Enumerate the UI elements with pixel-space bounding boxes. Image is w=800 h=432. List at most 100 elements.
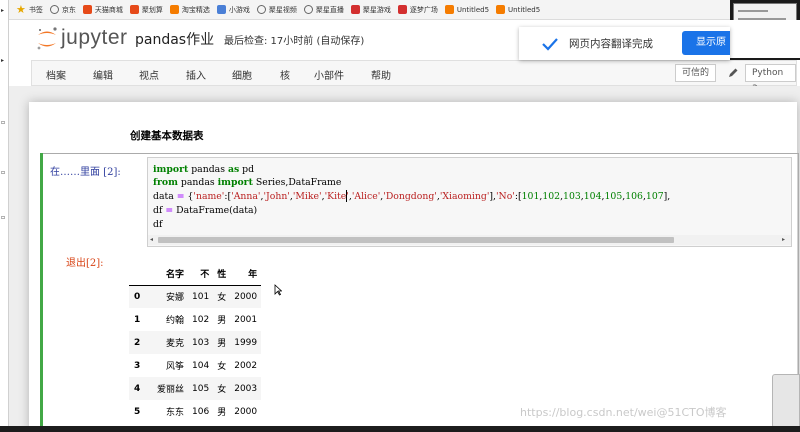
notebook-title[interactable]: pandas作业 bbox=[135, 29, 214, 49]
row-index: 3 bbox=[134, 360, 141, 371]
cell-no: 106 bbox=[192, 406, 210, 417]
globe-icon bbox=[256, 5, 266, 14]
cell-no: 105 bbox=[192, 383, 210, 394]
cell-name: 约翰 bbox=[166, 316, 185, 326]
cell-year: 2003 bbox=[234, 383, 258, 394]
table-row: 1 约翰 102 男 2001 bbox=[129, 308, 261, 331]
bookmark-item[interactable]: 聚星直播 bbox=[303, 5, 344, 15]
trusted-indicator[interactable]: 可信的 bbox=[675, 64, 717, 82]
menu-cell[interactable]: 细胞 bbox=[232, 67, 252, 82]
table-row: 0 安娜 101 女 2000 bbox=[129, 285, 262, 308]
table-row: 5 东东 106 男 2000 bbox=[129, 400, 261, 423]
table-row: 2 麦克 103 男 1999 bbox=[129, 331, 262, 354]
column-header: 名字 bbox=[153, 262, 189, 286]
bookmarks-bar: ★ 书签 京东 天猫商城 聚划算 淘宝精选 小游戏 聚星视频 聚星直播 聚星游戏 … bbox=[9, 0, 730, 20]
plaza-icon bbox=[397, 5, 407, 14]
row-index: 0 bbox=[134, 291, 141, 302]
bookmark-item[interactable]: 京东 bbox=[49, 5, 76, 15]
cell-no: 102 bbox=[192, 314, 210, 325]
bookmark-item[interactable]: 聚星视频 bbox=[256, 5, 297, 15]
cell-year: 2000 bbox=[234, 291, 258, 302]
strip-glyph: ▫ bbox=[1, 169, 6, 176]
bookmark-item[interactable]: 小游戏 bbox=[216, 5, 250, 15]
thumbnail-line bbox=[738, 10, 768, 12]
code-line: data = {'name':['Anna','John','Mike','Ki… bbox=[153, 191, 671, 202]
show-original-button[interactable]: 显示原 bbox=[682, 31, 730, 55]
cell-name: 麦克 bbox=[166, 339, 185, 349]
index-header bbox=[129, 262, 153, 286]
menu-kernel[interactable]: 核 bbox=[280, 67, 290, 82]
taskbar-edge bbox=[0, 426, 800, 432]
jupyter-tab-icon bbox=[444, 5, 454, 14]
code-line: from pandas import Series,DataFrame bbox=[153, 177, 342, 188]
markdown-heading[interactable]: 创建基本数据表 bbox=[130, 128, 204, 143]
dataframe-output: 名字 不 性 年 0 安娜 101 女 2000 1 约翰 102 男 2001 bbox=[129, 262, 262, 423]
column-header: 性 bbox=[213, 262, 231, 286]
cell-sex: 男 bbox=[217, 316, 227, 326]
row-index: 5 bbox=[134, 406, 141, 417]
checkpoint-status: 最后检查: 17小时前 (自动保存) bbox=[224, 36, 365, 47]
cell-no: 101 bbox=[192, 291, 210, 302]
scroll-left-arrow-icon[interactable]: ◂ bbox=[150, 237, 156, 243]
menu-insert[interactable]: 插入 bbox=[186, 67, 206, 82]
bookmark-item[interactable]: Untitled5 bbox=[444, 5, 489, 14]
code-editor[interactable]: import pandas as pd from pandas import S… bbox=[147, 157, 792, 247]
bookmark-item[interactable]: 逐梦广场 bbox=[397, 5, 438, 15]
output-prompt: 退出[2]: bbox=[66, 258, 104, 269]
code-scrollbar-thumb[interactable] bbox=[158, 237, 674, 243]
jupyter-logo-icon[interactable] bbox=[35, 26, 59, 52]
column-header: 年 bbox=[230, 262, 262, 286]
bookmark-item[interactable]: ★ 书签 bbox=[16, 3, 43, 16]
cell-sex: 男 bbox=[217, 339, 227, 349]
taobao-icon bbox=[169, 5, 179, 14]
mouse-pointer-icon bbox=[274, 284, 282, 296]
input-prompt: 在……里面 [2]: bbox=[50, 167, 121, 178]
cell-year: 1999 bbox=[234, 337, 258, 348]
text-cursor bbox=[346, 190, 347, 202]
menu-file[interactable]: 档案 bbox=[46, 67, 66, 82]
menu-view[interactable]: 视点 bbox=[139, 67, 159, 82]
bookmark-item[interactable]: 聚划算 bbox=[129, 5, 163, 15]
table-row: 4 爱丽丝 105 女 2003 bbox=[129, 377, 262, 400]
menubar: 档案 编辑 视点 插入 细胞 核 小部件 帮助 可信的 Python 3 bbox=[31, 60, 797, 94]
bookmark-item[interactable]: 聚星游戏 bbox=[350, 5, 391, 15]
pencil-icon[interactable] bbox=[727, 67, 739, 79]
cell-name: 风筝 bbox=[166, 362, 185, 372]
globe-icon bbox=[49, 5, 59, 14]
row-index: 1 bbox=[134, 314, 141, 325]
table-header-row: 名字 不 性 年 bbox=[129, 262, 262, 286]
column-header: 不 bbox=[188, 262, 214, 286]
menu-edit[interactable]: 编辑 bbox=[93, 67, 113, 82]
bookmark-item[interactable]: 天猫商城 bbox=[82, 5, 123, 15]
side-panel-edge[interactable] bbox=[772, 374, 800, 428]
strip-glyph: ▸ bbox=[1, 57, 5, 64]
globe-icon bbox=[303, 5, 313, 14]
cell-no: 103 bbox=[192, 337, 210, 348]
row-index: 2 bbox=[134, 337, 141, 348]
cell-sex: 女 bbox=[217, 385, 227, 395]
row-index: 4 bbox=[134, 383, 141, 394]
check-icon bbox=[542, 37, 558, 51]
kernel-indicator[interactable]: Python 3 bbox=[745, 64, 796, 94]
cell-no: 104 bbox=[192, 360, 210, 371]
cell-sex: 女 bbox=[217, 362, 227, 372]
cell-name: 安娜 bbox=[166, 293, 185, 304]
bookmark-item[interactable]: Untitled5 bbox=[496, 5, 540, 14]
scroll-right-arrow-icon[interactable]: ▸ bbox=[782, 237, 788, 243]
cell-name: 爱丽丝 bbox=[157, 385, 185, 395]
game-icon bbox=[216, 5, 226, 14]
left-window-strip: ▸ ▸ ▫ ▫ ▫ bbox=[0, 0, 9, 432]
tmall-icon bbox=[82, 5, 92, 14]
menu-help[interactable]: 帮助 bbox=[371, 67, 391, 82]
game-icon bbox=[350, 5, 360, 14]
cell-sex: 女 bbox=[217, 293, 227, 304]
menu-widgets[interactable]: 小部件 bbox=[314, 67, 344, 82]
screen: ▸ ▸ ▫ ▫ ▫ ★ 书签 京东 天猫商城 聚划算 淘宝精选 小游戏 聚星视频 … bbox=[0, 0, 800, 432]
bookmark-item[interactable]: 淘宝精选 bbox=[169, 5, 210, 15]
translate-message: 网页内容翻译完成 bbox=[569, 38, 653, 50]
cell-sex: 男 bbox=[217, 408, 227, 418]
jupyter-brand[interactable]: jupyter bbox=[61, 26, 128, 50]
selected-cell-indicator bbox=[40, 153, 43, 432]
star-icon: ★ bbox=[16, 3, 26, 16]
cell-name: 东东 bbox=[166, 408, 185, 418]
